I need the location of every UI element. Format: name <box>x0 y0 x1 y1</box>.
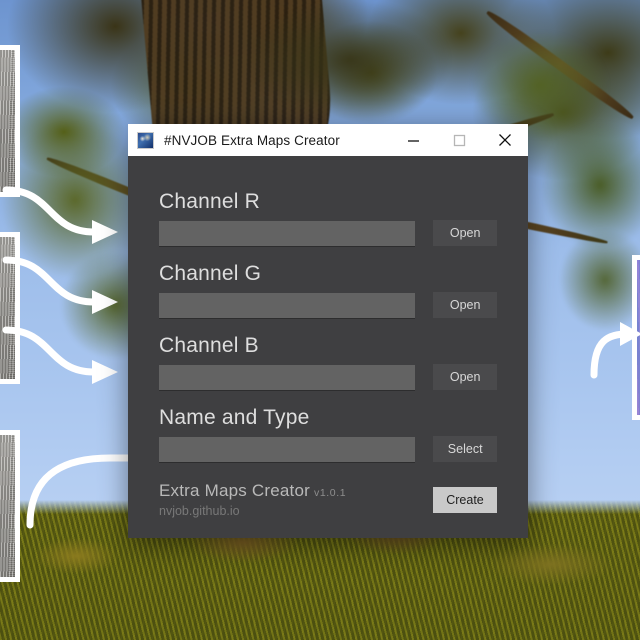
close-button[interactable] <box>482 124 528 156</box>
texture-swatch-left-bottom <box>0 430 20 582</box>
maximize-icon <box>453 134 465 146</box>
texture-swatch-image <box>0 435 15 577</box>
footer-name-line: Extra Maps Creator v1.0.1 <box>159 481 433 501</box>
channel-b-input[interactable] <box>159 364 416 390</box>
app-name-label: Extra Maps Creator <box>159 481 310 500</box>
field-group-channel-g: Channel G Open <box>159 262 497 318</box>
texture-swatch-left-top <box>0 45 20 197</box>
footer: Extra Maps Creator v1.0.1 nvjob.github.io… <box>159 481 497 518</box>
leaf-cluster <box>560 230 640 330</box>
field-label-channel-r: Channel R <box>159 190 261 213</box>
name-and-type-select-button[interactable]: Select <box>433 436 497 462</box>
texture-swatch-right <box>632 255 640 420</box>
field-group-name-and-type: Name and Type Select <box>159 406 497 462</box>
maximize-button[interactable] <box>436 124 482 156</box>
leaf-cluster <box>250 0 450 120</box>
name-and-type-input[interactable] <box>159 436 416 462</box>
channel-g-input[interactable] <box>159 292 416 318</box>
field-group-channel-r: Channel R Open <box>159 190 497 246</box>
title-bar[interactable]: #NVJOB Extra Maps Creator <box>128 124 528 156</box>
app-window: #NVJOB Extra Maps Creator Channel R Open… <box>128 124 528 538</box>
field-label-channel-g: Channel G <box>159 262 262 285</box>
minimize-button[interactable] <box>390 124 436 156</box>
field-row-channel-r: Open <box>159 220 497 246</box>
field-group-channel-b: Channel B Open <box>159 334 497 390</box>
channel-r-open-button[interactable]: Open <box>433 220 497 246</box>
app-thumbnail-icon <box>137 131 154 149</box>
app-version-label: v1.0.1 <box>313 487 347 499</box>
texture-swatch-image <box>0 50 15 192</box>
app-url-label: nvjob.github.io <box>159 504 240 518</box>
window-title: #NVJOB Extra Maps Creator <box>164 132 340 148</box>
texture-swatch-image <box>0 237 15 379</box>
footer-text: Extra Maps Creator v1.0.1 nvjob.github.io <box>159 481 433 518</box>
create-button[interactable]: Create <box>433 486 497 513</box>
field-label-channel-b: Channel B <box>159 334 259 357</box>
texture-swatch-left-middle <box>0 232 20 384</box>
window-body: Channel R Open Channel G Open Channel B <box>128 156 528 538</box>
channel-r-input[interactable] <box>159 220 416 246</box>
close-icon <box>499 134 511 146</box>
channel-b-open-button[interactable]: Open <box>433 364 497 390</box>
minimize-icon <box>407 139 419 142</box>
screenshot-stage: #NVJOB Extra Maps Creator Channel R Open… <box>0 0 640 640</box>
field-row-name-and-type: Select <box>159 436 497 462</box>
field-row-channel-g: Open <box>159 292 497 318</box>
channel-g-open-button[interactable]: Open <box>433 292 497 318</box>
field-label-name-and-type: Name and Type <box>159 406 310 429</box>
field-row-channel-b: Open <box>159 364 497 390</box>
